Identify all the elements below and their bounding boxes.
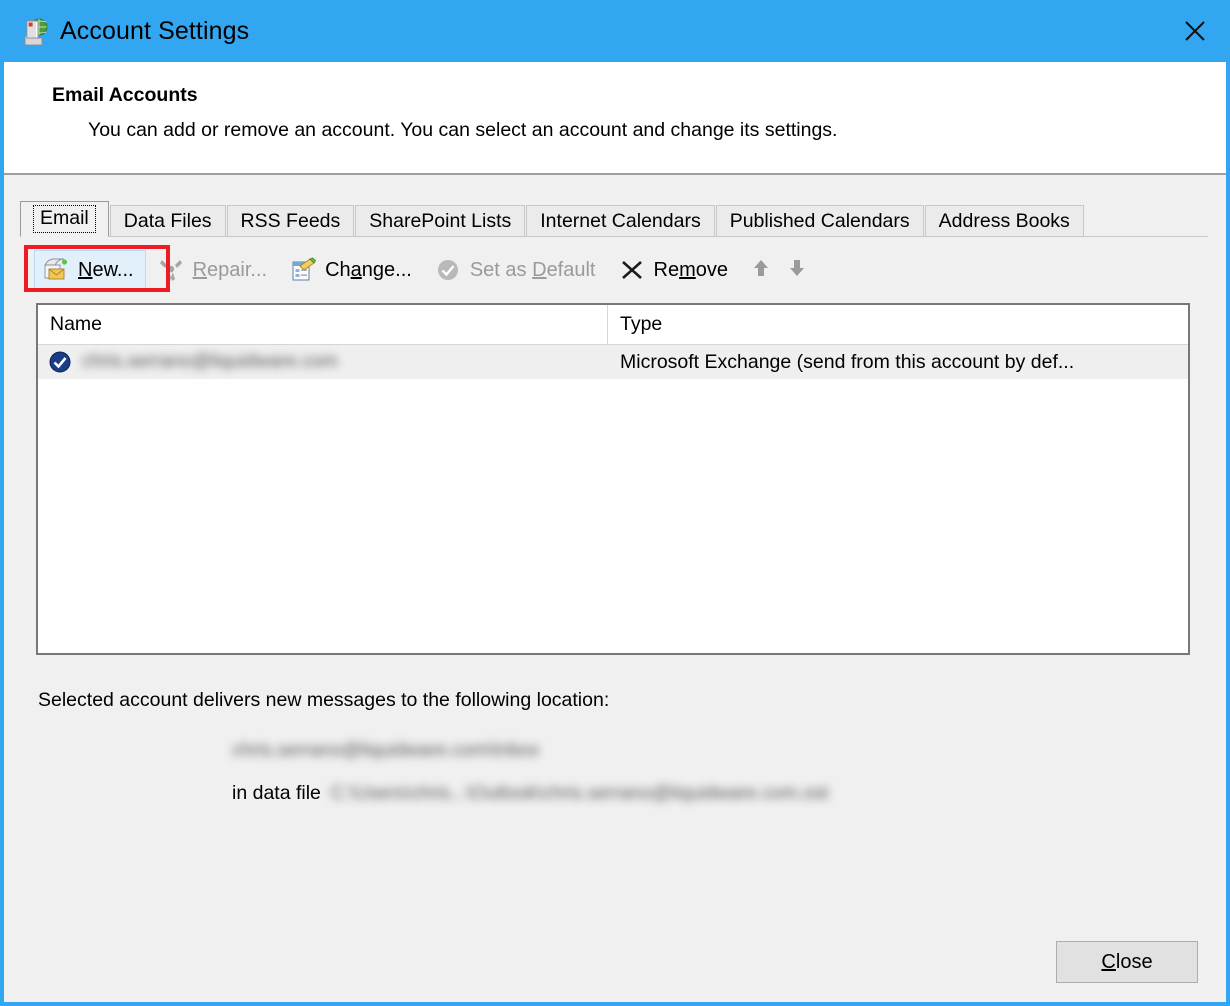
column-header-type[interactable]: Type	[608, 305, 1188, 344]
page-title: Email Accounts	[52, 84, 198, 106]
move-down-button[interactable]	[779, 252, 815, 288]
tab-address-books[interactable]: Address Books	[924, 205, 1084, 237]
delivery-location-row: chris.serrano@liquidware.com\Inbox	[232, 740, 1208, 764]
account-settings-icon	[18, 15, 50, 47]
email-tab-panel: New... Repair... Change... Set as Defaul…	[4, 245, 1226, 805]
change-account-button[interactable]: Change...	[282, 250, 423, 290]
account-list-header: Name Type	[38, 305, 1188, 345]
account-settings-window: Account Settings Email Accounts You can …	[0, 0, 1230, 1006]
title-bar: Account Settings	[4, 0, 1226, 62]
remove-x-icon	[619, 257, 645, 283]
tab-sharepoint-lists[interactable]: SharePoint Lists	[355, 205, 526, 237]
account-name-value: chris.serrano@liquidware.com	[82, 351, 338, 372]
set-as-default-button[interactable]: Set as Default	[427, 250, 607, 290]
dialog-footer: Close	[8, 926, 1222, 998]
change-form-icon	[290, 257, 317, 283]
repair-tools-icon	[158, 257, 184, 283]
data-file-row: in data file C:\Users\chris...\Outlook\c…	[232, 782, 1208, 805]
close-button[interactable]: Close	[1056, 941, 1198, 983]
new-mail-icon	[43, 257, 69, 283]
delivery-location-label: Selected account delivers new messages t…	[38, 689, 610, 711]
delivery-location-value: chris.serrano@liquidware.com\Inbox	[232, 740, 540, 761]
tab-strip: Email Data Files RSS Feeds SharePoint Li…	[4, 201, 1226, 237]
account-list-body: chris.serrano@liquidware.com Microsoft E…	[38, 345, 1188, 653]
page-description: You can add or remove an account. You ca…	[88, 119, 838, 141]
check-circle-icon	[435, 257, 461, 283]
close-icon[interactable]	[1164, 0, 1226, 62]
column-header-name[interactable]: Name	[38, 305, 608, 344]
tab-data-files[interactable]: Data Files	[109, 205, 226, 237]
table-row[interactable]: chris.serrano@liquidware.com Microsoft E…	[38, 345, 1188, 379]
tab-email-label: Email	[33, 205, 96, 233]
window-title: Account Settings	[60, 16, 250, 45]
tab-underline	[20, 236, 1208, 237]
tab-published-calendars[interactable]: Published Calendars	[715, 205, 924, 237]
change-account-label: Change...	[325, 258, 412, 281]
tab-rss-feeds[interactable]: RSS Feeds	[226, 205, 355, 237]
data-file-path-value: C:\Users\chris...\Outlook\chris.serrano@…	[330, 782, 829, 804]
close-button-label: Close	[1101, 950, 1153, 973]
new-account-label: New...	[78, 258, 134, 281]
account-name-cell: chris.serrano@liquidware.com	[38, 350, 608, 374]
tab-internet-calendars[interactable]: Internet Calendars	[526, 205, 715, 237]
remove-account-button[interactable]: Remove	[611, 250, 740, 290]
account-type-value: Microsoft Exchange (send from this accou…	[620, 350, 1075, 373]
account-list[interactable]: Name Type chris.serrano@liquidware.com M…	[36, 303, 1190, 655]
data-file-label: in data file	[232, 782, 321, 804]
tab-email[interactable]: Email	[20, 201, 109, 237]
repair-account-label: Repair...	[192, 258, 268, 281]
move-up-button[interactable]	[743, 252, 779, 288]
repair-account-button[interactable]: Repair...	[150, 250, 279, 290]
default-account-check-icon	[48, 350, 72, 374]
arrow-up-icon	[750, 257, 772, 284]
remove-account-label: Remove	[653, 258, 729, 281]
header-section: Email Accounts You can add or remove an …	[4, 62, 1226, 175]
new-account-button[interactable]: New...	[34, 250, 146, 290]
account-toolbar: New... Repair... Change... Set as Defaul…	[24, 245, 1208, 293]
arrow-down-icon	[786, 257, 808, 284]
set-as-default-label: Set as Default	[469, 258, 596, 281]
